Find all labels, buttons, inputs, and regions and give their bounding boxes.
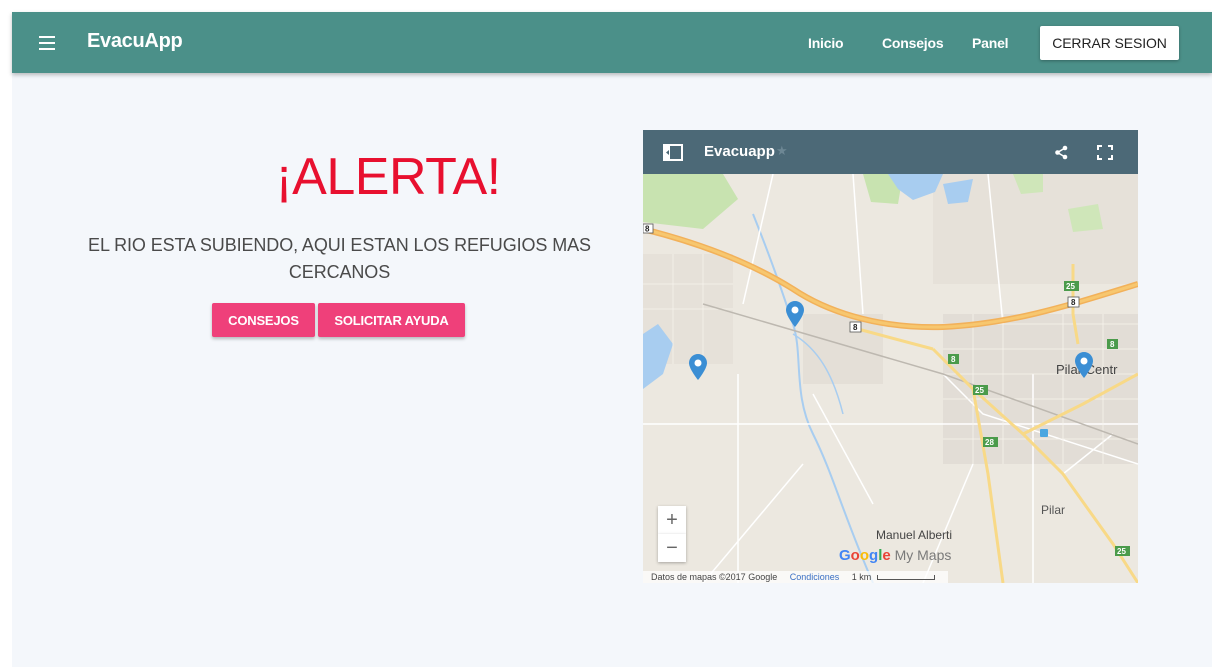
star-icon[interactable]: ★ (776, 143, 788, 159)
map-label-pilar: Pilar (1041, 503, 1066, 517)
route-shield: 8 (853, 323, 858, 332)
hamburger-menu-icon[interactable] (39, 36, 55, 50)
page: EvacuApp Inicio Consejos Panel CERRAR SE… (12, 12, 1212, 667)
shelter-pin-icon[interactable] (689, 354, 707, 380)
map-canvas[interactable]: 8 8 8 8 25 25 28 8 25 (643, 174, 1138, 583)
alert-message: EL RIO ESTA SUBIENDO, AQUI ESTAN LOS REF… (88, 235, 591, 282)
route-shield: 25 (1117, 547, 1126, 556)
map-header: Evacuapp ★ (643, 130, 1138, 174)
zoom-in-button[interactable]: + (658, 506, 686, 534)
map-title: Evacuapp (704, 143, 775, 160)
zoom-out-button[interactable]: − (658, 534, 686, 562)
route-shield: 25 (1066, 282, 1075, 291)
terms-link[interactable]: Condiciones (790, 572, 840, 582)
map-label-manuel-alberti: Manuel Alberti (876, 528, 953, 542)
sidebar-toggle-icon[interactable] (663, 144, 683, 161)
fullscreen-icon[interactable] (1097, 145, 1113, 160)
route-shield: 8 (1110, 340, 1115, 349)
request-help-button[interactable]: SOLICITAR AYUDA (318, 303, 465, 337)
map-attribution: Datos de mapas ©2017 Google Condiciones … (643, 571, 948, 583)
shelter-pin-icon[interactable] (786, 301, 804, 327)
route-shield: 8 (951, 355, 956, 364)
nav-link-inicio[interactable]: Inicio (808, 35, 844, 51)
top-navbar: EvacuApp Inicio Consejos Panel CERRAR SE… (12, 12, 1212, 73)
google-my-maps-logo: Google My Maps (839, 547, 952, 564)
scale-bar (876, 575, 935, 581)
nav-link-consejos[interactable]: Consejos (882, 35, 944, 51)
route-shield: 8 (645, 225, 650, 234)
map-embed[interactable]: Evacuapp ★ 8 8 8 8 25 25 28 8 25 Pilar C… (643, 130, 1138, 583)
route-shield: 28 (985, 438, 994, 447)
brand-title[interactable]: EvacuApp (87, 30, 183, 53)
share-icon[interactable] (1054, 145, 1069, 160)
route-shield: 25 (975, 386, 984, 395)
route-shield: 8 (1071, 298, 1076, 307)
advice-button[interactable]: CONSEJOS (212, 303, 315, 337)
scale-label: 1 km (851, 572, 872, 582)
logout-button[interactable]: CERRAR SESION (1040, 26, 1179, 60)
shelter-pin-icon[interactable] (1075, 352, 1093, 378)
attribution-text: Datos de mapas ©2017 Google (651, 572, 778, 582)
nav-link-panel[interactable]: Panel (972, 35, 1009, 51)
